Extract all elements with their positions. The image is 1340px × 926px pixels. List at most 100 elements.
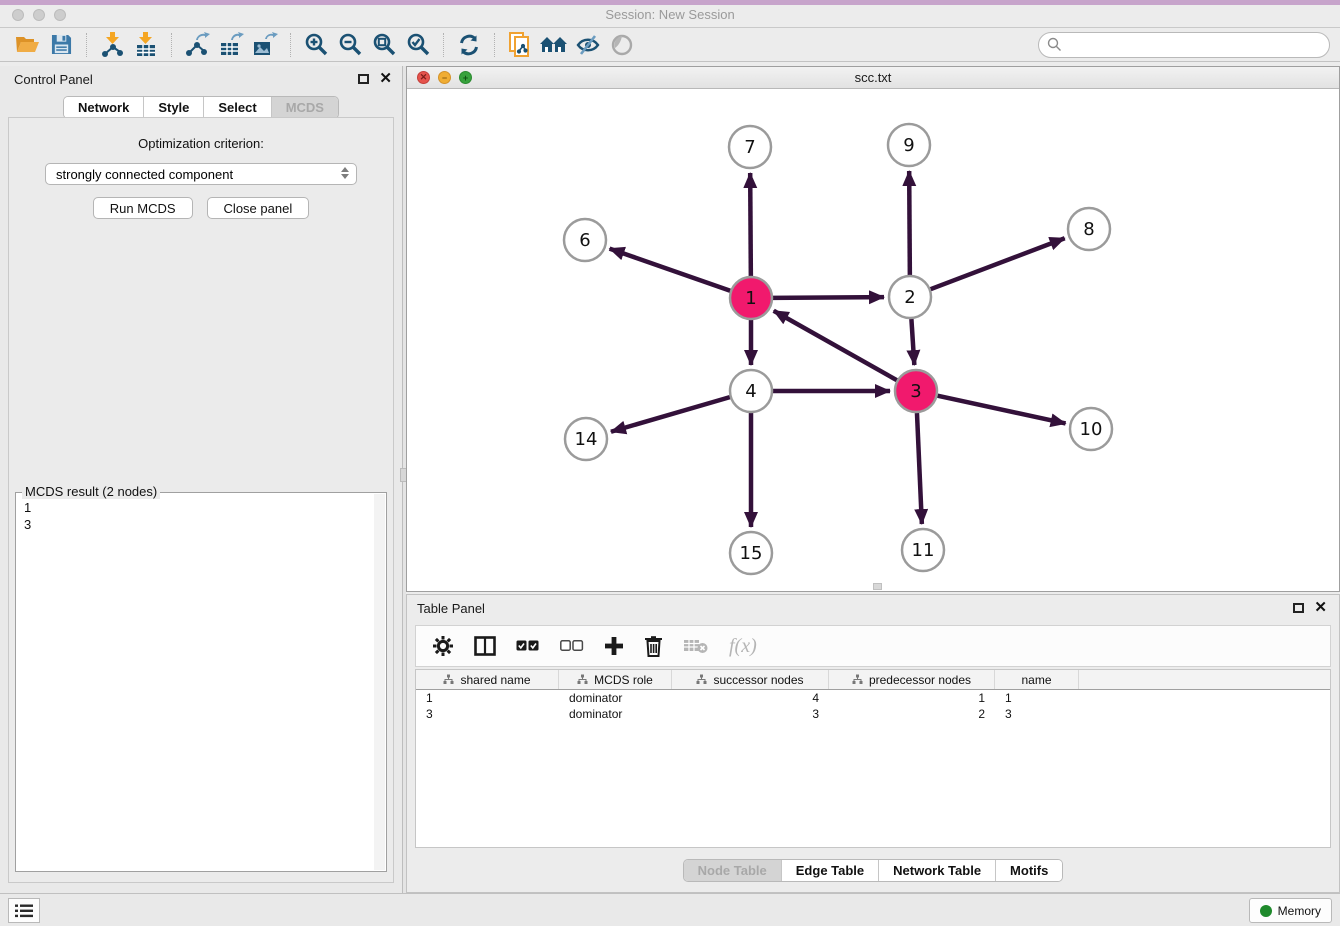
- export-image-button[interactable]: [250, 30, 280, 60]
- save-session-icon: [51, 34, 72, 55]
- cell-successor-nodes: 3: [672, 707, 829, 721]
- criterion-dropdown[interactable]: strongly connected component: [45, 163, 357, 185]
- cell-name: 1: [995, 691, 1079, 705]
- select-all-button[interactable]: [516, 640, 540, 652]
- optimization-criterion-label: Optimization criterion:: [9, 136, 393, 151]
- graph-edge-1-7[interactable]: [750, 173, 751, 276]
- new-network-from-selection-button[interactable]: [505, 30, 535, 60]
- cell-mcds-role: dominator: [559, 707, 672, 721]
- deselect-all-button[interactable]: [560, 640, 584, 652]
- export-table-button[interactable]: [216, 30, 246, 60]
- mcds-result-item: 3: [24, 516, 384, 533]
- search-input[interactable]: [1038, 32, 1330, 58]
- save-session-button[interactable]: [46, 30, 76, 60]
- first-neighbors-button[interactable]: [539, 30, 569, 60]
- graph-edge-4-14[interactable]: [611, 397, 730, 432]
- zoom-out-button[interactable]: [335, 30, 365, 60]
- graph-edge-3-1[interactable]: [774, 311, 897, 380]
- tree-icon: [443, 674, 454, 685]
- delete-column-button[interactable]: [644, 635, 663, 657]
- network-window-titlebar[interactable]: ✕ − + scc.txt: [407, 67, 1339, 89]
- graph-node-label: 15: [740, 543, 763, 564]
- memory-label: Memory: [1278, 904, 1321, 918]
- graph-edge-1-6[interactable]: [610, 249, 731, 291]
- graph-edge-2-9[interactable]: [909, 171, 910, 275]
- canvas-resize-grip[interactable]: [873, 583, 882, 590]
- column-header-shared-name[interactable]: shared name: [416, 670, 559, 689]
- export-image-icon: [252, 32, 278, 57]
- run-mcds-button[interactable]: Run MCDS: [93, 197, 193, 219]
- tab-network[interactable]: Network: [64, 97, 144, 118]
- hide-selection-button[interactable]: [573, 30, 603, 60]
- zoom-out-icon: [338, 32, 363, 57]
- function-builder-button[interactable]: f(x): [729, 635, 757, 658]
- tab-node-table[interactable]: Node Table: [684, 860, 782, 881]
- import-network-button[interactable]: [97, 30, 127, 60]
- node-table: shared name MCDS role successor nodes pr…: [415, 669, 1331, 848]
- memory-button[interactable]: Memory: [1249, 898, 1332, 923]
- graph-edge-3-11[interactable]: [917, 413, 922, 524]
- table-panel: Table Panel ✕: [406, 594, 1340, 893]
- delete-table-button[interactable]: [683, 637, 709, 655]
- float-panel-icon[interactable]: [358, 74, 369, 84]
- cell-mcds-role: dominator: [559, 691, 672, 705]
- graph-node-label: 10: [1080, 419, 1103, 440]
- close-panel-icon[interactable]: ✕: [379, 74, 392, 84]
- tab-style[interactable]: Style: [144, 97, 204, 118]
- zoom-selected-button[interactable]: [403, 30, 433, 60]
- column-header-name[interactable]: name: [995, 670, 1079, 689]
- main-toolbar: [0, 28, 1340, 62]
- mcds-result-title: MCDS result (2 nodes): [22, 484, 160, 499]
- open-session-button[interactable]: [12, 30, 42, 60]
- network-canvas[interactable]: 7968124314101511: [407, 89, 1339, 591]
- tab-network-table[interactable]: Network Table: [879, 860, 996, 881]
- column-label: name: [1021, 673, 1051, 687]
- column-header-predecessor-nodes[interactable]: predecessor nodes: [829, 670, 995, 689]
- table-tabs-bar: Node Table Edge Table Network Table Moti…: [407, 848, 1339, 892]
- tab-select[interactable]: Select: [204, 97, 271, 118]
- list-icon: [15, 904, 33, 918]
- import-table-button[interactable]: [131, 30, 161, 60]
- graph-edge-2-8[interactable]: [931, 238, 1065, 289]
- tab-edge-table[interactable]: Edge Table: [782, 860, 879, 881]
- export-network-icon: [184, 32, 210, 57]
- tab-motifs[interactable]: Motifs: [996, 860, 1062, 881]
- task-history-button[interactable]: [8, 898, 40, 923]
- graph-edge-2-3[interactable]: [911, 319, 914, 365]
- add-column-icon: [604, 636, 624, 656]
- graph-edge-3-10[interactable]: [937, 396, 1065, 424]
- close-panel-button[interactable]: Close panel: [207, 197, 310, 219]
- toolbar-separator: [443, 33, 444, 57]
- graph-node-label: 11: [912, 540, 935, 561]
- zoom-fit-button[interactable]: [369, 30, 399, 60]
- table-row[interactable]: 1 dominator 4 1 1: [416, 690, 1330, 706]
- mcds-result-item: 1: [24, 499, 384, 516]
- cell-shared-name: 1: [416, 691, 559, 705]
- tab-mcds[interactable]: MCDS: [272, 97, 338, 118]
- control-panel-title: Control Panel: [14, 72, 93, 87]
- split-panel-button[interactable]: [474, 636, 496, 656]
- refresh-icon: [457, 33, 481, 57]
- export-network-button[interactable]: [182, 30, 212, 60]
- gear-button[interactable]: [432, 635, 454, 657]
- toolbar-separator: [494, 33, 495, 57]
- cell-shared-name: 3: [416, 707, 559, 721]
- cell-name: 3: [995, 707, 1079, 721]
- status-bar: Memory: [0, 893, 1340, 926]
- zoom-in-button[interactable]: [301, 30, 331, 60]
- table-row[interactable]: 3 dominator 3 2 3: [416, 706, 1330, 722]
- close-table-panel-icon[interactable]: ✕: [1314, 603, 1327, 613]
- graph-edge-1-2[interactable]: [773, 297, 884, 298]
- add-column-button[interactable]: [604, 636, 624, 656]
- column-label: shared name: [460, 673, 530, 687]
- refresh-button[interactable]: [454, 30, 484, 60]
- hide-selection-icon: [575, 34, 601, 56]
- result-scrollbar[interactable]: [374, 494, 385, 870]
- float-table-panel-icon[interactable]: [1293, 603, 1304, 613]
- column-header-mcds-role[interactable]: MCDS role: [559, 670, 672, 689]
- toolbar-separator: [290, 33, 291, 57]
- table-panel-title: Table Panel: [417, 601, 485, 616]
- show-all-button[interactable]: [607, 30, 637, 60]
- network-view-window: ✕ − + scc.txt 7968124314101511: [406, 66, 1340, 592]
- column-header-successor-nodes[interactable]: successor nodes: [672, 670, 829, 689]
